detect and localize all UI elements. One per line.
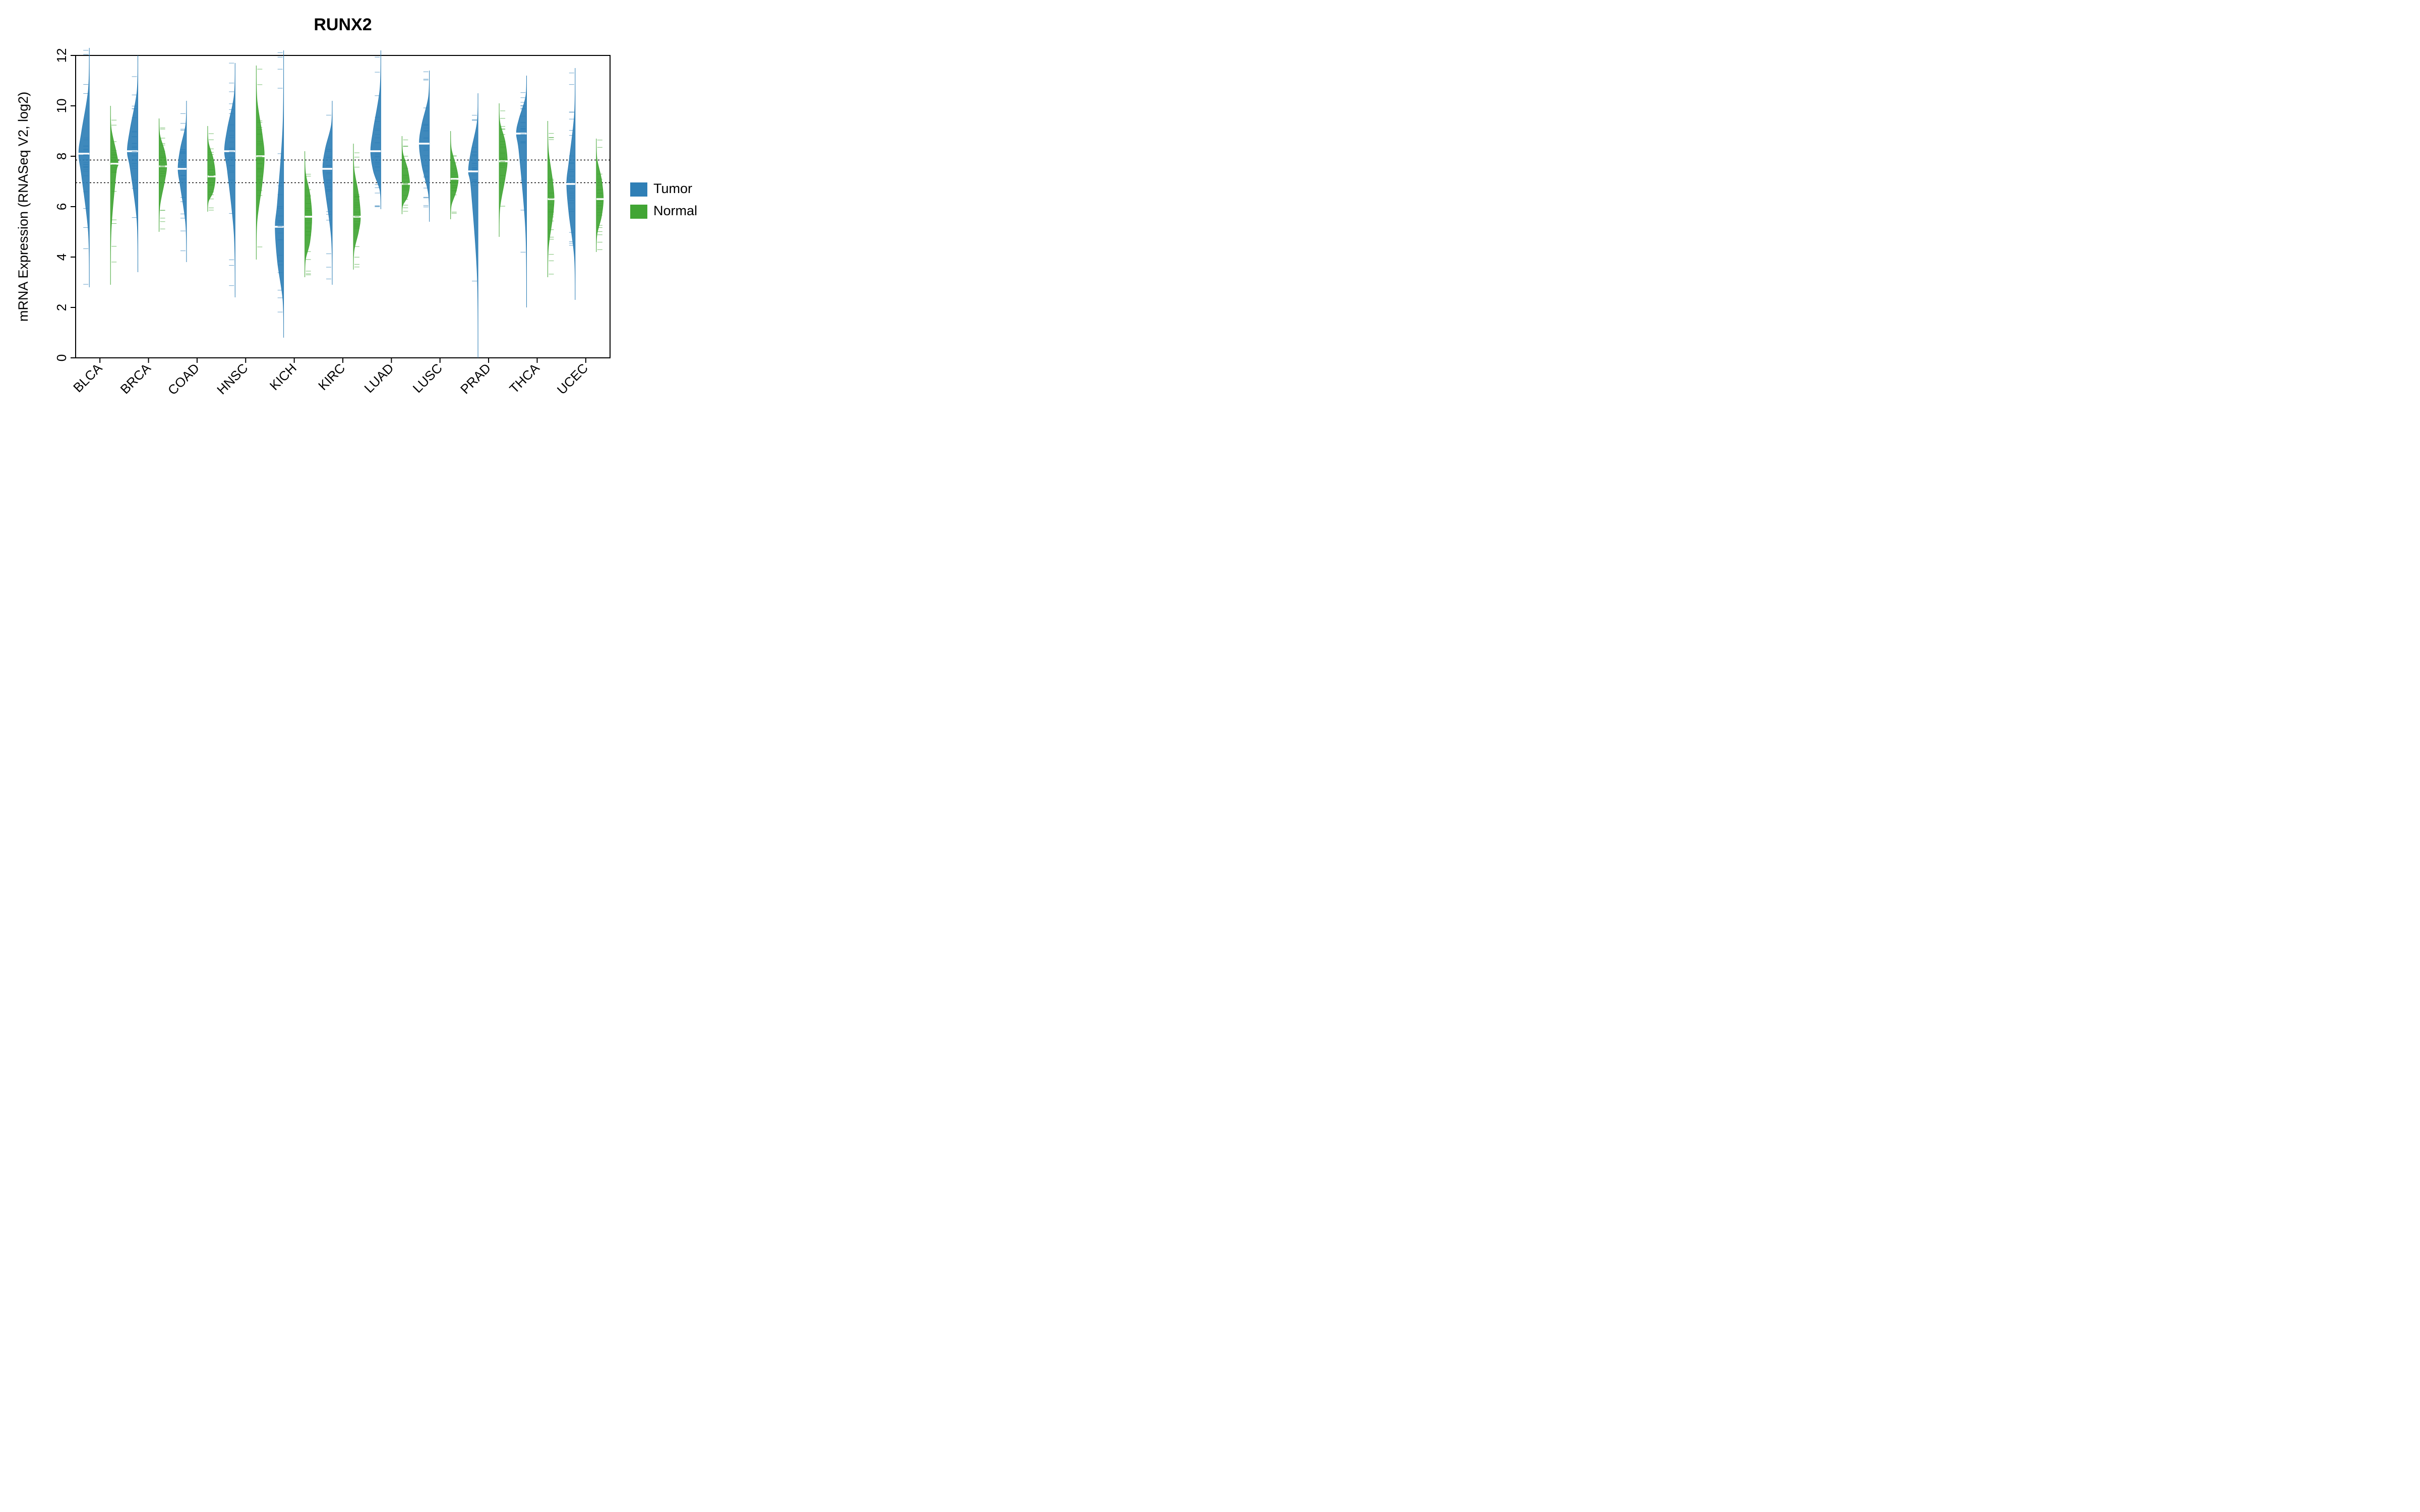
plot-border	[76, 55, 610, 358]
y-tick-label: 6	[54, 203, 69, 210]
y-axis-label: mRNA Expression (RNASeq V2, log2)	[16, 92, 31, 322]
normal-bean	[353, 144, 360, 270]
y-tick-label: 0	[54, 354, 69, 361]
tumor-bean	[178, 101, 187, 262]
normal-bean	[159, 118, 167, 232]
legend-swatch-tumor	[630, 182, 647, 197]
chart-title: RUNX2	[314, 15, 372, 34]
y-tick-label: 2	[54, 304, 69, 311]
tumor-bean	[371, 50, 381, 209]
legend-label-normal: Normal	[653, 203, 697, 218]
x-tick-label: BLCA	[70, 360, 105, 396]
x-tick-label: COAD	[165, 360, 202, 398]
y-tick-label: 12	[54, 48, 69, 63]
tumor-bean	[419, 71, 430, 222]
chart-container: RUNX2 0 2 4 6 8 10 12 mRNA Expression (RNASeq V2…	[0, 0, 726, 454]
y-tick-label: 8	[54, 153, 69, 160]
x-tick-label: LUSC	[410, 360, 445, 396]
y-tick-label: 10	[54, 99, 69, 113]
tumor-bean	[516, 76, 526, 307]
x-tick-label: KIRC	[315, 360, 348, 393]
x-tick-label: KICH	[267, 360, 299, 393]
x-tick-label: PRAD	[457, 360, 494, 397]
bean-plot: RUNX2 0 2 4 6 8 10 12 mRNA Expression (RNASeq V2…	[0, 0, 726, 454]
normal-bean	[305, 151, 312, 277]
legend-swatch-normal	[630, 205, 647, 219]
tumor-bean	[468, 93, 478, 358]
tumor-bean	[323, 101, 332, 285]
normal-bean	[256, 66, 264, 260]
x-tick-label: THCA	[506, 360, 542, 397]
x-tick-label: LUAD	[361, 360, 396, 396]
legend-label-tumor: Tumor	[653, 181, 692, 196]
normal-bean	[110, 106, 118, 285]
y-tick-label: 4	[54, 254, 69, 261]
x-tick-label: UCEC	[554, 360, 591, 397]
normal-bean	[499, 103, 507, 237]
normal-bean	[451, 131, 458, 219]
x-tick-label: BRCA	[117, 360, 154, 397]
x-tick-label: HNSC	[214, 360, 251, 397]
tumor-bean	[275, 50, 284, 338]
